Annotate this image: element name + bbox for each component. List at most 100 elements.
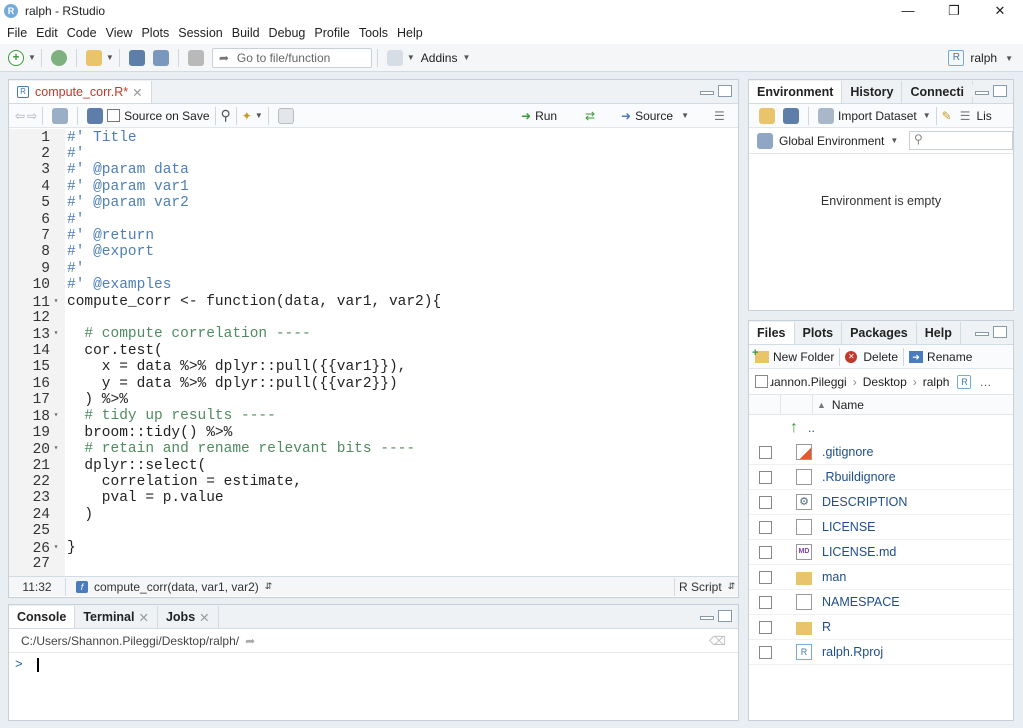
new-file-dropdown-icon[interactable]: ▼ [28,53,36,62]
search-icon[interactable]: ⚲ [221,107,231,124]
menu-help[interactable]: Help [397,26,423,40]
close-icon[interactable]: ✕ [977,0,1023,22]
delete-button[interactable]: ✕ Delete [845,350,898,364]
name-column-header[interactable]: Name [832,398,864,412]
file-row[interactable]: .Rbuildignore [749,465,1013,490]
more-icon[interactable]: … [979,375,991,389]
file-row[interactable]: NAMESPACE [749,590,1013,615]
file-name-link[interactable]: LICENSE.md [822,545,896,559]
menu-debug[interactable]: Debug [269,26,306,40]
code-line[interactable]: 8#' @export [9,244,738,260]
new-project-icon[interactable] [51,50,67,66]
load-workspace-icon[interactable] [759,108,775,124]
tab-jobs[interactable]: Jobs✕ [158,606,219,628]
code-line[interactable]: 26▾} [9,540,738,556]
code-line[interactable]: 7#' @return [9,228,738,244]
file-checkbox[interactable] [759,471,772,484]
import-dataset-button[interactable]: Import Dataset [838,109,917,123]
code-line[interactable]: 27 [9,556,738,572]
tab-files[interactable]: Files [749,322,795,344]
maximize-pane-icon[interactable] [993,85,1007,97]
list-view-label[interactable]: Lis [976,109,991,123]
code-line[interactable]: 25 [9,523,738,539]
file-checkbox[interactable] [759,646,772,659]
fold-toggle-icon[interactable]: ▾ [50,408,62,424]
code-tools-dropdown-icon[interactable]: ▼ [255,111,263,120]
menu-plots[interactable]: Plots [141,26,169,40]
minimize-pane-icon[interactable] [700,91,714,95]
code-line[interactable]: 15 x = data %>% dplyr::pull({{var1}}), [9,359,738,375]
back-icon[interactable]: ⇦ [15,109,25,123]
tab-history[interactable]: History [842,81,902,103]
save-all-icon[interactable] [153,50,169,66]
file-checkbox[interactable] [759,621,772,634]
filetype-selector[interactable]: R Script ⇵ [679,580,735,594]
new-file-icon[interactable]: + [8,50,24,66]
file-checkbox[interactable] [759,446,772,459]
tab-console[interactable]: Console [9,606,75,628]
open-file-icon[interactable] [86,50,102,66]
code-line[interactable]: 19 broom::tidy() %>% [9,425,738,441]
code-line[interactable]: 12 [9,310,738,326]
close-tab-icon[interactable]: ✕ [199,610,209,625]
code-line[interactable]: 3#' @param data [9,162,738,178]
fold-toggle-icon[interactable]: ▾ [50,294,62,310]
code-line[interactable]: 13▾ # compute correlation ---- [9,326,738,342]
goto-file-input[interactable]: ➦ Go to file/function [212,48,372,68]
file-row[interactable]: Rralph.Rproj [749,640,1013,665]
show-in-window-icon[interactable] [52,108,68,124]
code-editor[interactable]: 1#' Title2#'3#' @param data4#' @param va… [9,129,738,576]
file-checkbox[interactable] [759,546,772,559]
import-dropdown-icon[interactable]: ▼ [923,111,931,120]
code-line[interactable]: 17 ) %>% [9,392,738,408]
code-line[interactable]: 2#' [9,146,738,162]
menu-code[interactable]: Code [67,26,97,40]
code-line[interactable]: 18▾ # tidy up results ---- [9,408,738,424]
minimize-icon[interactable]: — [885,0,931,22]
maximize-pane-icon[interactable] [718,85,732,97]
breadcrumb-item[interactable]: ralph [923,375,950,389]
file-name-link[interactable]: man [822,570,846,584]
tab-terminal[interactable]: Terminal✕ [75,606,158,628]
save-icon[interactable] [129,50,145,66]
file-row[interactable]: man [749,565,1013,590]
breadcrumb-item[interactable]: ɹannon.Pileggi [770,375,847,389]
menu-view[interactable]: View [106,26,133,40]
close-tab-icon[interactable]: ✕ [132,85,142,100]
run-button[interactable]: ➜ Run [521,109,557,123]
maximize-pane-icon[interactable] [993,326,1007,338]
minimize-pane-icon[interactable] [700,616,714,620]
fold-toggle-icon[interactable]: ▾ [50,326,62,342]
compile-report-icon[interactable] [278,108,294,124]
file-checkbox[interactable] [759,496,772,509]
menu-edit[interactable]: Edit [36,26,58,40]
fold-toggle-icon[interactable]: ▾ [50,540,62,556]
code-line[interactable]: 4#' @param var1 [9,179,738,195]
addins-menu[interactable]: Addins [421,51,458,65]
new-folder-button[interactable]: + New Folder [755,350,834,364]
code-line[interactable]: 10#' @examples [9,277,738,293]
file-name-link[interactable]: .Rbuildignore [822,470,896,484]
layout-dropdown-icon[interactable]: ▼ [407,53,415,62]
file-row[interactable]: LICENSE [749,515,1013,540]
file-checkbox[interactable] [759,521,772,534]
close-tab-icon[interactable]: ✕ [138,610,148,625]
code-line[interactable]: 24 ) [9,507,738,523]
console-input[interactable]: > [9,653,738,676]
broom-icon[interactable]: ✎ [942,109,952,123]
tab-packages[interactable]: Packages [842,322,917,344]
project-menu[interactable]: R ralph ▼ [948,50,1013,66]
file-row[interactable]: MDLICENSE.md [749,540,1013,565]
file-checkbox[interactable] [759,596,772,609]
source-button[interactable]: ➜ Source ▼ [621,109,689,123]
file-row[interactable]: R [749,615,1013,640]
environment-dropdown-icon[interactable]: ▼ [890,136,898,145]
tab-connections[interactable]: Connecti [902,81,972,103]
tab-help[interactable]: Help [917,322,961,344]
rproj-icon[interactable]: R [957,375,971,389]
global-environment-selector[interactable]: Global Environment [779,134,884,148]
code-line[interactable]: 5#' @param var2 [9,195,738,211]
code-line[interactable]: 23 pval = p.value [9,490,738,506]
code-line[interactable]: 6#' [9,212,738,228]
save-icon[interactable] [87,108,103,124]
